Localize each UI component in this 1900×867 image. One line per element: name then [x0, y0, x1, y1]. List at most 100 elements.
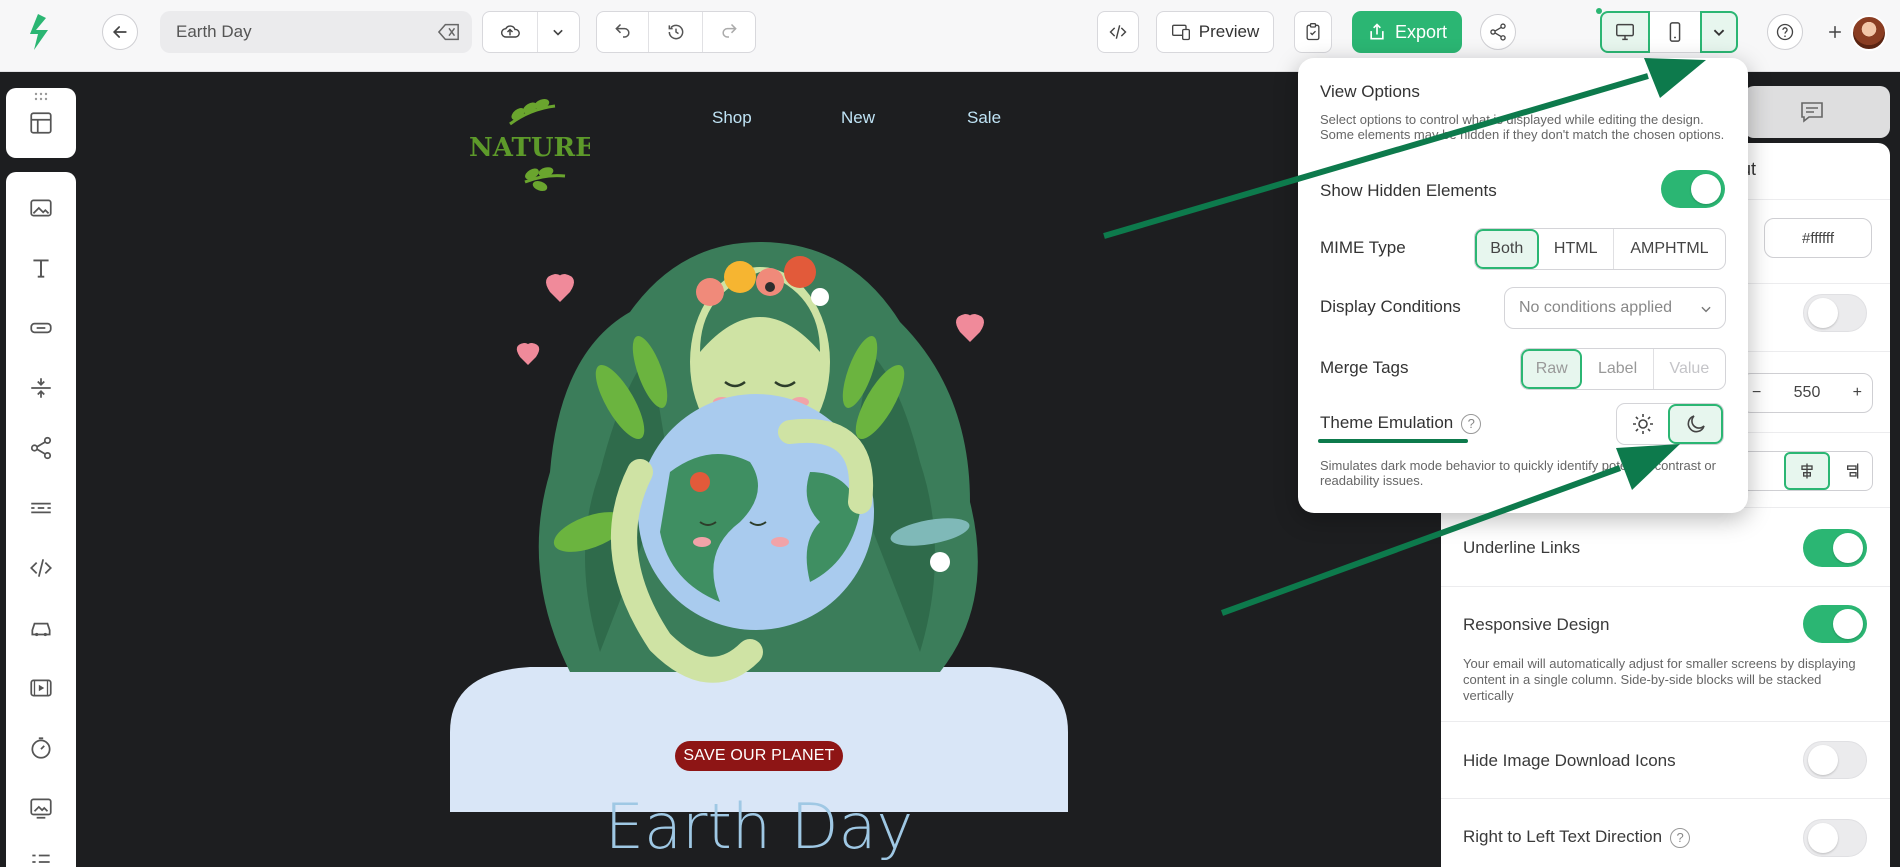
hidden-setting-toggle[interactable] [1803, 294, 1867, 332]
devices-icon [1171, 24, 1190, 41]
history-button[interactable] [649, 12, 703, 52]
moon-icon [1687, 415, 1705, 433]
desktop-view-button[interactable] [1600, 11, 1650, 53]
mobile-view-button[interactable] [1650, 11, 1700, 53]
code-icon [30, 559, 52, 577]
content-blocks-rail [6, 172, 76, 867]
email-canvas[interactable]: NATURE Shop New Sale SAVE OUR PLANET Ear… [450, 72, 1068, 867]
device-switcher [1600, 11, 1738, 53]
timer-block-tool[interactable] [21, 728, 61, 768]
clear-text-icon[interactable] [438, 22, 460, 42]
plus-icon[interactable]: + [1853, 384, 1862, 402]
mime-option-amphtml[interactable]: AMPHTML [1614, 229, 1725, 269]
annotation-underline [1318, 439, 1468, 443]
merge-tag-option-value[interactable]: Value [1654, 349, 1725, 389]
mime-option-both[interactable]: Both [1475, 229, 1539, 269]
app-logo-icon[interactable] [26, 12, 56, 52]
redo-button[interactable] [703, 12, 755, 52]
earth-day-hero-illustration[interactable] [450, 172, 1068, 812]
add-collaborator-button[interactable] [1820, 17, 1850, 47]
design-title-input[interactable]: Earth Day [160, 11, 472, 53]
back-button[interactable] [102, 14, 138, 50]
align-right-button[interactable] [1830, 452, 1872, 490]
mime-option-html[interactable]: HTML [1539, 229, 1614, 269]
dark-theme-button[interactable] [1668, 404, 1723, 444]
email-heading[interactable]: Earth Day [450, 790, 1068, 863]
share-icon [30, 436, 52, 460]
sun-icon [1632, 414, 1653, 434]
spacer-block-tool[interactable] [21, 368, 61, 408]
nav-link-sale[interactable]: Sale [967, 108, 1001, 128]
image-block-tool[interactable] [21, 188, 61, 228]
divider [1441, 721, 1890, 722]
save-cloud-button[interactable] [483, 12, 538, 52]
rtl-direction-toggle[interactable] [1803, 819, 1867, 857]
minus-icon[interactable]: − [1752, 384, 1761, 402]
help-button[interactable] [1767, 14, 1803, 50]
comments-tab[interactable] [1744, 86, 1890, 138]
html-block-tool[interactable] [21, 548, 61, 588]
drag-handle-icon[interactable] [33, 92, 49, 102]
export-icon [1370, 23, 1384, 40]
display-conditions-select[interactable]: No conditions applied [1504, 287, 1726, 329]
merge-tags-label: Merge Tags [1320, 358, 1409, 377]
desktop-icon [1616, 23, 1634, 41]
divider-block-tool[interactable] [21, 488, 61, 528]
help-icon[interactable]: ? [1461, 413, 1482, 434]
image-icon [30, 199, 52, 217]
merge-tag-option-label[interactable]: Label [1582, 349, 1654, 389]
background-color-input[interactable]: #ffffff [1764, 218, 1872, 258]
save-options-button[interactable] [538, 12, 579, 52]
car-icon [31, 622, 51, 637]
plus-icon [1829, 26, 1841, 38]
mime-type-selector: Both HTML AMPHTML [1474, 228, 1726, 270]
merge-tag-option-raw[interactable]: Raw [1521, 349, 1583, 389]
merge-tags-selector: Raw Label Value [1520, 348, 1726, 390]
redo-icon [722, 23, 737, 38]
underline-links-toggle[interactable] [1803, 529, 1867, 567]
checklist-button[interactable] [1294, 11, 1332, 53]
alignment-group [1741, 451, 1873, 491]
align-center-button[interactable] [1784, 452, 1830, 490]
divider [1441, 798, 1890, 799]
hide-image-download-toggle[interactable] [1803, 741, 1867, 779]
display-conditions-label: Display Conditions [1320, 297, 1461, 316]
banner-block-tool[interactable] [21, 788, 61, 828]
light-theme-button[interactable] [1617, 404, 1668, 444]
align-left-button[interactable] [1742, 452, 1784, 490]
text-block-tool[interactable] [21, 248, 61, 288]
nav-link-shop[interactable]: Shop [712, 108, 752, 128]
help-icon[interactable]: ? [1670, 827, 1691, 848]
undo-button[interactable] [597, 12, 650, 52]
product-block-tool[interactable] [21, 608, 61, 648]
content-width-stepper[interactable]: − 550 + [1741, 373, 1873, 413]
layout-grid-icon [30, 112, 52, 134]
code-icon [1109, 25, 1127, 39]
social-block-tool[interactable] [21, 428, 61, 468]
menu-block-tool[interactable] [21, 842, 61, 867]
preview-button[interactable]: Preview [1156, 11, 1274, 53]
rtl-direction-label: Right to Left Text Direction? [1463, 827, 1691, 848]
text-icon [33, 259, 49, 278]
responsive-design-toggle[interactable] [1803, 605, 1867, 643]
clipboard-check-icon [1306, 23, 1320, 41]
nav-link-new[interactable]: New [841, 108, 875, 128]
video-block-tool[interactable] [21, 668, 61, 708]
export-button[interactable]: Export [1352, 11, 1462, 53]
theme-emulation-label: Theme Emulation? [1320, 413, 1482, 434]
align-right-icon [1847, 463, 1859, 479]
mime-type-label: MIME Type [1320, 238, 1406, 257]
arrow-left-icon [112, 26, 127, 38]
content-width-value: 550 [1793, 384, 1821, 401]
share-icon [1490, 23, 1506, 41]
code-view-button[interactable] [1097, 11, 1139, 53]
user-avatar[interactable] [1851, 15, 1887, 51]
image-frame-icon [30, 798, 52, 819]
button-block-tool[interactable] [21, 308, 61, 348]
show-hidden-elements-toggle[interactable] [1661, 170, 1725, 208]
view-options-button[interactable] [1700, 11, 1738, 53]
save-our-planet-badge[interactable]: SAVE OUR PLANET [675, 741, 843, 771]
responsive-design-description: Your email will automatically adjust for… [1463, 656, 1856, 703]
align-center-icon [1801, 463, 1813, 479]
share-button[interactable] [1480, 14, 1516, 50]
